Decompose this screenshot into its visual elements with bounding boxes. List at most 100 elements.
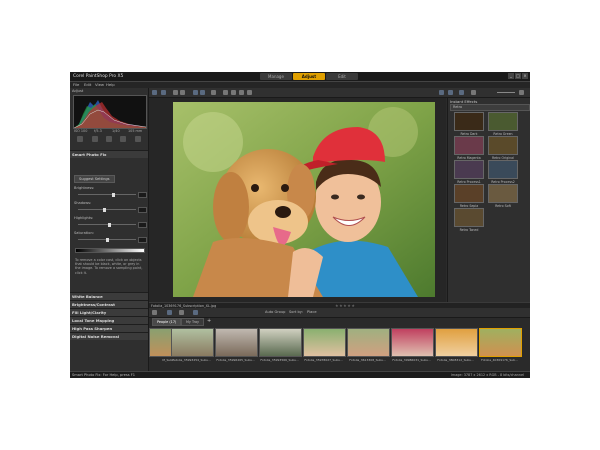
thumbnail[interactable]: Fotolia_35996265_Subs... bbox=[215, 328, 258, 362]
effect-retro-process1[interactable]: Retro Process1 bbox=[454, 160, 484, 184]
white-balance-header[interactable]: White Balance bbox=[70, 292, 148, 300]
thumbnail[interactable]: Fotolia_35993254_Subs... bbox=[171, 328, 214, 362]
organizer-menu-icon[interactable] bbox=[152, 310, 157, 315]
effect-thumb bbox=[488, 184, 518, 203]
effect-thumb bbox=[454, 136, 484, 155]
effect-retro-original[interactable]: Retro Original bbox=[488, 136, 518, 160]
fit-window-icon[interactable] bbox=[439, 90, 444, 95]
shadows-label: Shadows: bbox=[74, 201, 92, 205]
rotate-right-icon[interactable] bbox=[200, 90, 205, 95]
zoom-out-icon[interactable] bbox=[471, 90, 476, 95]
effect-retro-process2[interactable]: Retro Process2 bbox=[488, 160, 518, 184]
crop-icon[interactable] bbox=[77, 136, 84, 142]
effect-retro-toned[interactable]: Retro Toned bbox=[454, 208, 484, 232]
tab-adjust[interactable]: Adjust bbox=[293, 73, 325, 80]
red-eye-icon[interactable] bbox=[105, 136, 112, 142]
actual-size-icon[interactable] bbox=[448, 90, 453, 95]
brightness-slider[interactable] bbox=[78, 192, 136, 197]
clone-icon[interactable] bbox=[120, 136, 127, 142]
add-tab-icon[interactable]: + bbox=[207, 318, 211, 324]
effect-retro-dark[interactable]: Retro Dark bbox=[454, 112, 484, 136]
effect-thumb bbox=[454, 184, 484, 203]
effect-retro-sepia[interactable]: Retro Sepia bbox=[454, 184, 484, 208]
effect-thumb bbox=[488, 136, 518, 155]
tag-icon[interactable] bbox=[167, 310, 172, 315]
highlights-value-box[interactable] bbox=[138, 222, 147, 228]
photo-boy-with-dog[interactable] bbox=[173, 102, 435, 297]
photo-illustration bbox=[173, 102, 435, 297]
thumbnail-selected[interactable]: Fotolia_40369176_Sub... bbox=[479, 328, 522, 362]
share-icon[interactable] bbox=[179, 310, 184, 315]
tab-people[interactable]: People (17) bbox=[152, 318, 182, 326]
smart-photo-fix-header[interactable]: Smart Photo Fix bbox=[70, 150, 148, 158]
tab-manage[interactable]: Manage bbox=[260, 73, 292, 80]
zoom-in-icon[interactable] bbox=[519, 90, 524, 95]
sort-by-label[interactable]: Sort by: bbox=[289, 310, 303, 314]
thumbnail-image bbox=[215, 328, 258, 357]
black-white-gradient-bar[interactable] bbox=[75, 248, 145, 253]
highlights-knob[interactable] bbox=[108, 222, 112, 227]
brightness-contrast-header[interactable]: Brightness/Contrast bbox=[70, 300, 148, 308]
maximize-button[interactable]: □ bbox=[515, 73, 521, 79]
fill-light-header[interactable]: Fill Light/Clarity bbox=[70, 308, 148, 316]
minimize-button[interactable]: _ bbox=[508, 73, 514, 79]
saturation-knob[interactable] bbox=[105, 237, 109, 242]
effect-retro-magenta[interactable]: Retro Magenta bbox=[454, 136, 484, 160]
title-bar: Corel PaintShop Pro X5 Manage Adjust Edi… bbox=[70, 72, 530, 82]
local-tone-mapping-header[interactable]: Local Tone Mapping bbox=[70, 316, 148, 324]
organizer-tabs: People (17) My Tray + bbox=[149, 318, 530, 326]
suggest-settings-button[interactable]: Suggest Settings bbox=[74, 175, 115, 183]
adjust-toolbar bbox=[149, 88, 530, 98]
clone-icon[interactable] bbox=[247, 90, 252, 95]
thumbnail-label: Fotolia_35978027_Subs... bbox=[304, 358, 343, 362]
shadows-knob[interactable] bbox=[102, 207, 106, 212]
effect-label: Retro Toned bbox=[459, 228, 479, 232]
status-help-text: Smart Photo Fix: For Help, press F1 bbox=[72, 373, 136, 377]
straighten-icon[interactable] bbox=[91, 136, 98, 142]
straighten-icon[interactable] bbox=[231, 90, 236, 95]
red-eye-icon[interactable] bbox=[239, 90, 244, 95]
brightness-value-box[interactable] bbox=[138, 192, 147, 198]
place-button[interactable]: Place bbox=[307, 310, 317, 314]
noise-removal-header[interactable]: Digital Noise Removal bbox=[70, 332, 148, 340]
shutter-value: 1/40 bbox=[112, 129, 120, 133]
focal-length-value: 105 mm bbox=[128, 129, 143, 133]
brightness-label: Brightness: bbox=[74, 186, 95, 190]
thumbnail[interactable]: Fotolia_3808312_Subs... bbox=[435, 328, 478, 362]
high-pass-sharpen-header[interactable]: High Pass Sharpen bbox=[70, 324, 148, 332]
shadows-slider[interactable] bbox=[78, 207, 136, 212]
status-bar: Smart Photo Fix: For Help, press F1 Imag… bbox=[70, 371, 530, 378]
redo-icon[interactable] bbox=[180, 90, 185, 95]
save-icon[interactable] bbox=[161, 90, 166, 95]
effect-thumb bbox=[454, 208, 484, 227]
thumbnail-label: Fotolia_35996265_Subs... bbox=[216, 358, 255, 362]
highlights-slider[interactable] bbox=[78, 222, 136, 227]
thumbnail[interactable]: Fotolia_35993566_Subs... bbox=[259, 328, 302, 362]
delete-icon[interactable] bbox=[211, 90, 216, 95]
thumbnail-label: Fotolia_35993254_Subs... bbox=[172, 358, 211, 362]
open-icon[interactable] bbox=[152, 90, 157, 95]
crop-icon[interactable] bbox=[223, 90, 228, 95]
thumbnail[interactable]: Fotolia_39986031_Subs... bbox=[391, 328, 434, 362]
brightness-knob[interactable] bbox=[112, 192, 116, 197]
undo-icon[interactable] bbox=[173, 90, 178, 95]
hand-icon[interactable] bbox=[459, 90, 464, 95]
thumbnail-label: Fotolia_39986031_Subs... bbox=[392, 358, 431, 362]
thumbnail[interactable]: Fotolia_35978027_Subs... bbox=[303, 328, 346, 362]
tab-edit[interactable]: Edit bbox=[326, 73, 358, 80]
auto-group-button[interactable]: Auto Group bbox=[265, 310, 285, 314]
saturation-slider[interactable] bbox=[78, 237, 136, 242]
zoom-slider[interactable] bbox=[497, 92, 515, 93]
tab-my-tray[interactable]: My Tray bbox=[181, 318, 205, 326]
effects-category-select[interactable]: Retro bbox=[450, 104, 530, 111]
thumbnail[interactable]: Fotolia_3613308_Subs... bbox=[347, 328, 390, 362]
thumbnail-image bbox=[391, 328, 434, 357]
saturation-value-box[interactable] bbox=[138, 237, 147, 243]
effect-retro-soft[interactable]: Retro Soft bbox=[488, 184, 518, 208]
shadows-value-box[interactable] bbox=[138, 207, 147, 213]
rotate-left-icon[interactable] bbox=[193, 90, 198, 95]
people-icon[interactable] bbox=[193, 310, 198, 315]
effect-retro-green[interactable]: Retro Green bbox=[488, 112, 518, 136]
makeover-icon[interactable] bbox=[134, 136, 141, 142]
close-button[interactable]: × bbox=[522, 73, 528, 79]
